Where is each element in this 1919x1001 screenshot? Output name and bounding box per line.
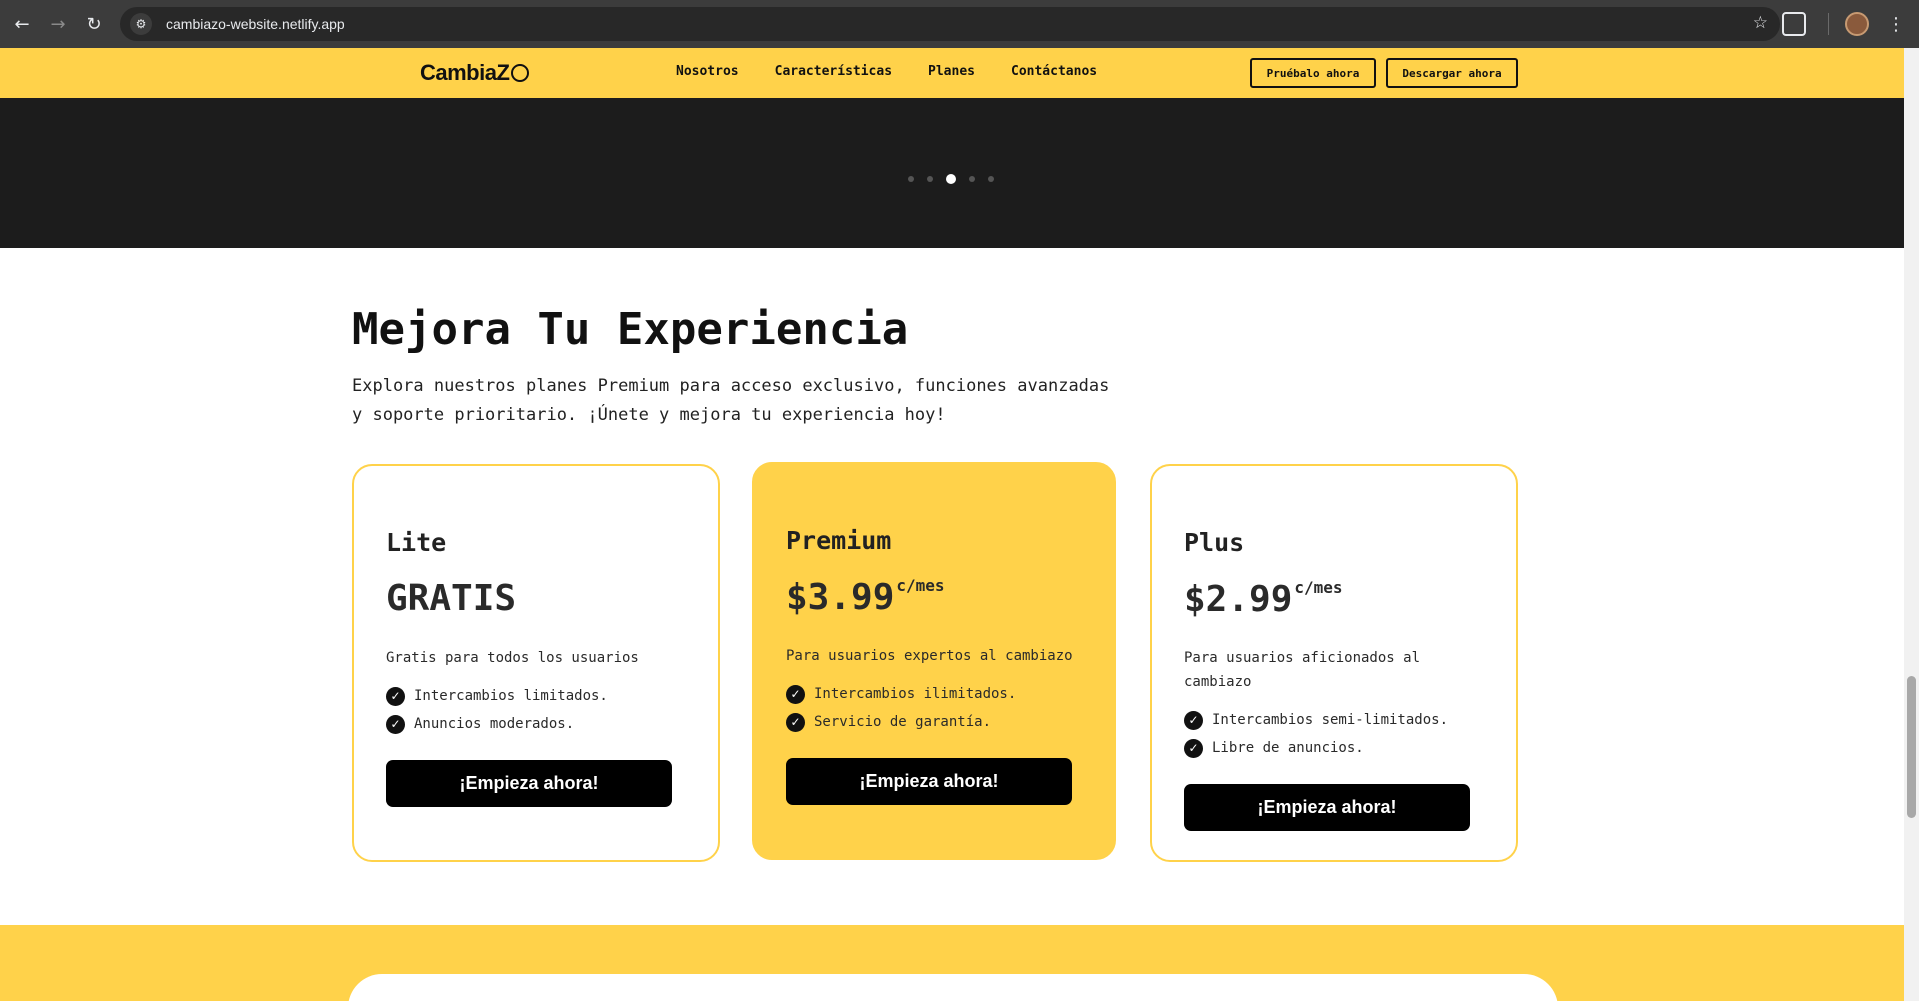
reload-icon[interactable]: ↻ — [80, 10, 108, 38]
plan-name: Premium — [786, 526, 892, 555]
nav-link-nosotros[interactable]: Nosotros — [676, 64, 739, 79]
feature-item: ✓ Intercambios ilimitados. — [786, 680, 1016, 708]
feature-text: Servicio de garantía. — [814, 714, 992, 730]
page-viewport: CambiaZ Nosotros Características Planes … — [0, 48, 1904, 1001]
carousel-dot-active[interactable] — [946, 174, 956, 184]
carousel-dot[interactable] — [988, 176, 994, 182]
check-icon: ✓ — [786, 684, 805, 704]
pricing-description-line-1: Explora nuestros planes Premium para acc… — [352, 376, 1110, 396]
url-text[interactable]: cambiazo-website.netlify.app — [166, 16, 345, 32]
feature-text: Libre de anuncios. — [1212, 740, 1364, 756]
page-scrollbar[interactable] — [1904, 48, 1919, 1001]
feature-item: ✓ Anuncios moderados. — [386, 710, 608, 738]
plan-price: $3.99 c/mes — [786, 576, 945, 618]
plan-price-value: $2.99 — [1184, 579, 1293, 620]
start-now-button[interactable]: ¡Empieza ahora! — [386, 760, 672, 807]
plan-features: ✓ Intercambios limitados. ✓ Anuncios moder… — [386, 682, 608, 738]
plan-features: ✓ Intercambios ilimitados. ✓ Servicio de g… — [786, 680, 1016, 736]
pricing-title: Mejora Tu Experiencia — [352, 304, 909, 355]
start-now-button[interactable]: ¡Empieza ahora! — [1184, 784, 1470, 831]
nav-link-contactanos[interactable]: Contáctanos — [1011, 64, 1097, 79]
carousel-dot[interactable] — [969, 176, 975, 182]
site-info-icon[interactable]: ⚙ — [130, 13, 152, 35]
logo-text: CambiaZ — [420, 60, 510, 85]
feature-item: ✓ Libre de anuncios. — [1184, 734, 1448, 762]
plan-price: GRATIS — [386, 578, 516, 619]
pricing-description-line-2: y soporte prioritario. ¡Únete y mejora t… — [352, 405, 946, 425]
next-section-card — [348, 974, 1558, 1001]
forward-arrow-icon[interactable]: → — [44, 10, 72, 38]
plan-card-premium: Premium $3.99 c/mes Para usuarios experto… — [752, 462, 1116, 860]
check-icon: ✓ — [786, 712, 805, 732]
feature-item: ✓ Servicio de garantía. — [786, 708, 1016, 736]
scrollbar-thumb[interactable] — [1907, 676, 1916, 818]
feature-item: ✓ Intercambios limitados. — [386, 682, 608, 710]
start-now-button[interactable]: ¡Empieza ahora! — [786, 758, 1072, 805]
nav-link-planes[interactable]: Planes — [928, 64, 975, 79]
browser-toolbar: ← → ↻ ⚙ cambiazo-website.netlify.app ☆ ⋮ — [0, 0, 1919, 48]
cambiazo-logo[interactable]: CambiaZ — [420, 60, 530, 86]
feature-text: Intercambios limitados. — [414, 688, 608, 704]
try-now-button[interactable]: Pruébalo ahora — [1250, 58, 1376, 88]
toolbar-divider — [1828, 13, 1829, 35]
plan-subtitle: Para usuarios expertos al cambiazo — [786, 648, 1073, 664]
feature-text: Anuncios moderados. — [414, 716, 575, 732]
plan-price: $2.99 c/mes — [1184, 578, 1343, 620]
profile-avatar[interactable] — [1845, 12, 1869, 36]
check-icon: ✓ — [386, 714, 405, 734]
carousel-dots — [908, 174, 994, 184]
plan-price-value: GRATIS — [386, 578, 517, 619]
feature-item: ✓ Intercambios semi-limitados. — [1184, 706, 1448, 734]
bookmark-star-icon[interactable]: ☆ — [1753, 13, 1768, 33]
carousel-dot[interactable] — [927, 176, 933, 182]
feature-text: Intercambios semi-limitados. — [1212, 712, 1449, 728]
plan-price-value: $3.99 — [786, 577, 895, 618]
plan-card-plus: Plus $2.99 c/mes Para usuarios aficionado… — [1150, 464, 1518, 862]
plan-period: c/mes — [896, 576, 945, 595]
browser-menu-icon[interactable]: ⋮ — [1887, 14, 1905, 35]
main-nav: Nosotros Características Planes Contácta… — [676, 64, 1097, 79]
plan-subtitle: Para usuarios aficionados al cambiazo — [1184, 650, 1421, 690]
logo-mark-icon — [511, 64, 530, 82]
plan-card-lite: Lite GRATIS Gratis para todos los usuari… — [352, 464, 720, 862]
address-bar[interactable]: ⚙ cambiazo-website.netlify.app ☆ — [120, 7, 1780, 41]
plan-name: Plus — [1184, 528, 1245, 557]
plan-period: c/mes — [1294, 578, 1343, 597]
back-arrow-icon[interactable]: ← — [8, 10, 36, 38]
carousel-dot[interactable] — [908, 176, 914, 182]
site-header: CambiaZ Nosotros Características Planes … — [0, 48, 1904, 98]
hero-carousel — [0, 98, 1904, 248]
check-icon: ✓ — [386, 686, 405, 706]
plan-name: Lite — [386, 528, 447, 557]
nav-link-caracteristicas[interactable]: Características — [775, 64, 892, 79]
plan-subtitle: Gratis para todos los usuarios — [386, 650, 639, 666]
feature-text: Intercambios ilimitados. — [814, 686, 1017, 702]
pricing-description: Explora nuestros planes Premium para acc… — [352, 372, 1152, 430]
plan-features: ✓ Intercambios semi-limitados. ✓ Libre de … — [1184, 706, 1448, 762]
check-icon: ✓ — [1184, 710, 1203, 730]
download-now-button[interactable]: Descargar ahora — [1386, 58, 1518, 88]
check-icon: ✓ — [1184, 738, 1203, 758]
extensions-icon[interactable] — [1782, 12, 1806, 36]
